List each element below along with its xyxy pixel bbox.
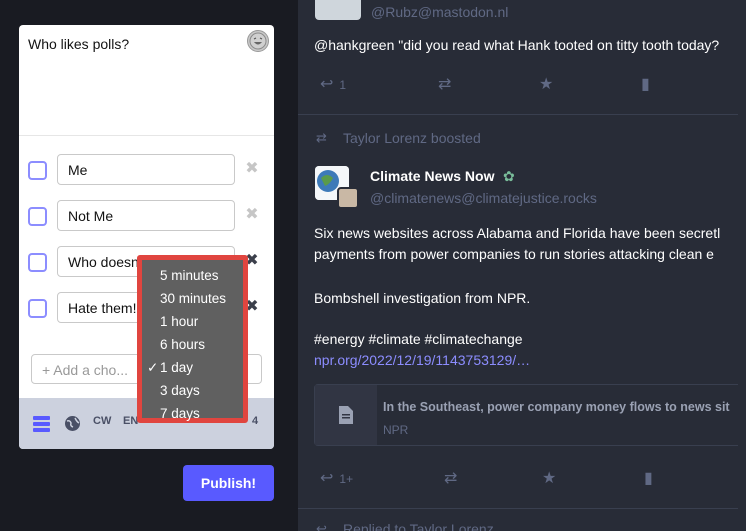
character-counter: 4 xyxy=(252,415,259,427)
laughing-emoji-icon[interactable] xyxy=(247,30,269,52)
document-icon xyxy=(315,385,377,445)
boost-icon[interactable]: ⇄ xyxy=(444,468,457,488)
remove-option-icon[interactable]: ✖ xyxy=(244,207,260,223)
poll-icon[interactable] xyxy=(33,415,50,432)
poll-option-input[interactable]: Not Me xyxy=(57,200,235,231)
avatar[interactable] xyxy=(315,0,361,20)
post-author-name[interactable]: Climate News Now xyxy=(370,168,494,184)
boosted-by-label[interactable]: Taylor Lorenz boosted xyxy=(343,130,481,146)
bookmark-icon[interactable]: ▮ xyxy=(641,74,650,94)
post-hashtags[interactable]: #energy #climate #climatechange xyxy=(314,331,523,347)
post-content: @hankgreen "did you read what Hank toote… xyxy=(314,37,720,53)
booster-avatar[interactable] xyxy=(337,187,359,209)
post-content: Bombshell investigation from NPR. xyxy=(314,290,531,306)
poll-option-row: Me ✖ xyxy=(19,154,274,186)
duration-option[interactable]: 7 days xyxy=(142,402,243,425)
post-link[interactable]: npr.org/2022/12/19/1143753129/… xyxy=(314,352,530,368)
poll-option-row: Not Me ✖ xyxy=(19,200,274,232)
globe-icon[interactable] xyxy=(64,415,81,432)
post-content: payments from power companies to run sto… xyxy=(314,246,714,262)
reply-icon: ↩ xyxy=(316,521,327,531)
bookmark-icon[interactable]: ▮ xyxy=(644,468,653,488)
remove-option-icon[interactable]: ✖ xyxy=(244,161,260,177)
reply-icon[interactable]: ↩ 1 xyxy=(320,74,346,94)
star-icon[interactable]: ★ xyxy=(542,468,556,488)
post-action-bar: ↩ 1+ ⇄ ★ ▮ xyxy=(298,462,746,492)
duration-option[interactable]: 6 hours xyxy=(142,333,243,356)
compose-column: Who likes polls? Me ✖ Not Me ✖ Who doesn… xyxy=(0,0,298,531)
poll-option-checkbox[interactable] xyxy=(28,161,47,180)
duration-option[interactable]: 1 hour xyxy=(142,310,243,333)
divider xyxy=(298,508,746,509)
poll-duration-dropdown: 5 minutes 30 minutes 1 hour 6 hours ✓ 1 d… xyxy=(137,255,248,423)
card-source: NPR xyxy=(383,423,409,437)
poll-option-input[interactable]: Me xyxy=(57,154,235,185)
compose-text: Who likes polls? xyxy=(28,36,130,52)
language-button[interactable]: EN xyxy=(123,415,138,427)
post-handle[interactable]: @climatenews@climatejustice.rocks xyxy=(370,190,597,206)
poll-option-checkbox[interactable] xyxy=(28,253,47,272)
poll-option-checkbox[interactable] xyxy=(28,299,47,318)
duration-option[interactable]: 30 minutes xyxy=(142,287,243,310)
add-choice-button[interactable]: + Add a cho... xyxy=(31,354,151,384)
publish-button[interactable]: Publish! xyxy=(183,465,274,501)
duration-option-selected[interactable]: ✓ 1 day xyxy=(142,356,243,379)
boost-icon: ⇄ xyxy=(316,130,327,145)
boost-icon[interactable]: ⇄ xyxy=(438,74,451,94)
reply-icon[interactable]: ↩ 1+ xyxy=(320,468,353,488)
link-preview-card[interactable]: In the Southeast, power company money fl… xyxy=(314,384,746,446)
star-icon[interactable]: ★ xyxy=(539,74,553,94)
compose-textarea[interactable]: Who likes polls? xyxy=(19,25,274,135)
post-content: Six news websites across Alabama and Flo… xyxy=(314,225,721,241)
replied-to-label[interactable]: Replied to Taylor Lorenz xyxy=(343,521,494,531)
poll-option-checkbox[interactable] xyxy=(28,207,47,226)
divider xyxy=(298,114,746,115)
duration-option[interactable]: 3 days xyxy=(142,379,243,402)
post-handle[interactable]: @Rubz@mastodon.nl xyxy=(371,4,508,20)
post-action-bar: ↩ 1 ⇄ ★ ▮ xyxy=(298,68,746,98)
card-title: In the Southeast, power company money fl… xyxy=(383,400,730,414)
duration-option[interactable]: 5 minutes xyxy=(142,264,243,287)
scrollbar[interactable] xyxy=(738,0,746,531)
home-timeline: @Rubz@mastodon.nl @hankgreen "did you re… xyxy=(298,0,746,531)
verified-icon: ✿ xyxy=(503,168,515,184)
content-warning-button[interactable]: CW xyxy=(93,415,111,427)
checkmark-icon: ✓ xyxy=(147,360,159,375)
